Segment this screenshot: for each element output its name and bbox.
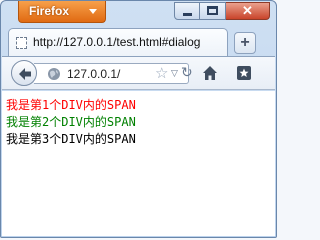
- page-content: 我是第1个DIV内的SPAN 我是第2个DIV内的SPAN 我是第3个DIV内的…: [2, 91, 275, 236]
- tab-active[interactable]: http://127.0.0.1/test.html#dialog: [8, 28, 228, 56]
- firefox-menu-button[interactable]: Firefox: [18, 1, 106, 23]
- globe-icon: [48, 68, 60, 80]
- url-bar[interactable]: 127.0.0.1/ ☆ ▽ ↻: [34, 63, 193, 84]
- browser-window: Firefox ✕ http://127.0.0.1/test.html#dia…: [0, 0, 277, 238]
- home-icon[interactable]: [202, 65, 218, 81]
- dropdown-icon[interactable]: ▽: [171, 67, 178, 81]
- span-line-2: 我是第2个DIV内的SPAN: [6, 115, 136, 129]
- close-window-button[interactable]: ✕: [226, 2, 270, 20]
- span-line-1: 我是第1个DIV内的SPAN: [6, 98, 136, 112]
- window-controls: ✕: [174, 2, 270, 20]
- close-icon: ✕: [242, 3, 253, 18]
- minimize-icon: [183, 13, 192, 16]
- back-arrow-icon: [19, 68, 31, 80]
- new-tab-button[interactable]: +: [234, 32, 256, 54]
- tab-title: http://127.0.0.1/test.html#dialog: [33, 35, 201, 49]
- reload-icon[interactable]: ↻: [181, 65, 193, 82]
- maximize-icon: [207, 6, 218, 15]
- minimize-button[interactable]: [174, 2, 200, 20]
- span-line-3: 我是第3个DIV内的SPAN: [6, 132, 136, 146]
- maximize-button[interactable]: [200, 2, 226, 20]
- page-icon: [16, 37, 27, 49]
- url-text: 127.0.0.1/: [67, 67, 121, 81]
- back-button[interactable]: [11, 60, 37, 86]
- firefox-menu-label: Firefox: [29, 4, 70, 18]
- chevron-down-icon: [89, 9, 97, 14]
- bookmarks-icon[interactable]: [236, 65, 252, 81]
- star-icon[interactable]: ☆: [155, 65, 168, 82]
- navigation-toolbar: 127.0.0.1/ ☆ ▽ ↻: [2, 56, 275, 90]
